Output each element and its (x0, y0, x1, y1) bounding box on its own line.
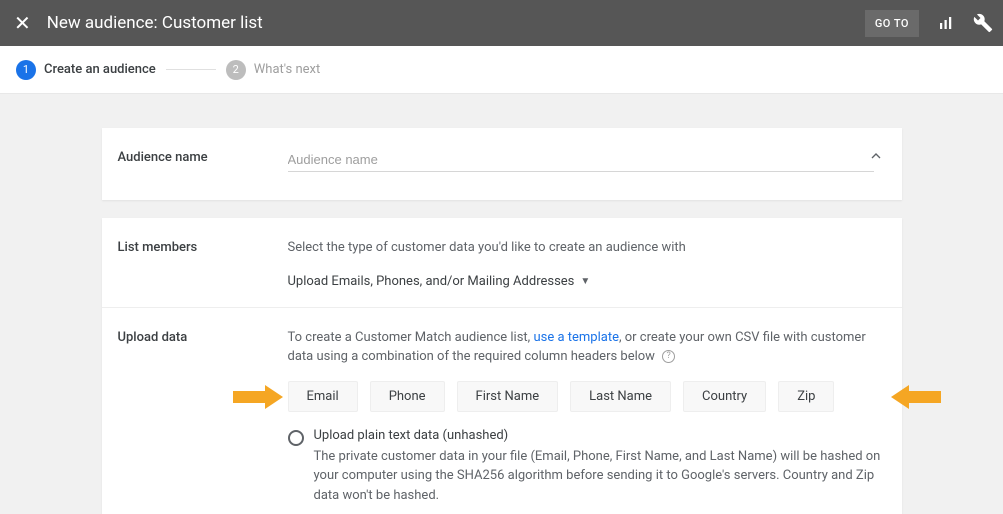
top-bar: ✕ New audience: Customer list GO TO (0, 0, 1003, 46)
tools-icon[interactable] (973, 13, 993, 33)
chip-first-name: First Name (457, 381, 559, 412)
radio-unhashed-label: Upload plain text data (unhashed) (314, 428, 886, 443)
radio-unhashed[interactable] (288, 430, 304, 446)
data-type-dropdown[interactable]: Upload Emails, Phones, and/or Mailing Ad… (288, 274, 591, 289)
audience-name-input[interactable] (288, 148, 874, 172)
page-background: Audience name List members Select the ty… (0, 94, 1003, 514)
chip-last-name: Last Name (570, 381, 671, 412)
step-2-label: What's next (254, 62, 321, 77)
help-icon[interactable]: ? (662, 350, 675, 363)
list-members-intro: Select the type of customer data you'd l… (288, 238, 886, 258)
list-members-label: List members (118, 238, 288, 289)
chevron-up-icon[interactable] (868, 148, 884, 169)
close-icon[interactable]: ✕ (14, 11, 31, 35)
step-whats-next: 2 What's next (226, 60, 321, 80)
step-2-circle: 2 (226, 60, 246, 80)
stepper: 1 Create an audience 2 What's next (0, 46, 1003, 94)
go-to-button[interactable]: GO TO (865, 10, 919, 37)
chip-zip: Zip (778, 381, 834, 412)
upload-data-label: Upload data (118, 328, 288, 514)
column-chips-row: Email Phone First Name Last Name Country… (288, 381, 886, 412)
upload-plain-text-option[interactable]: Upload plain text data (unhashed) The pr… (288, 428, 886, 514)
use-template-link[interactable]: use a template (533, 330, 619, 345)
step-create-audience[interactable]: 1 Create an audience (16, 60, 156, 80)
dropdown-caret-icon: ▼ (580, 276, 590, 287)
step-1-label: Create an audience (44, 62, 156, 77)
step-1-circle: 1 (16, 60, 36, 80)
annotation-arrow-right-icon (891, 381, 941, 417)
list-members-card: List members Select the type of customer… (102, 218, 902, 514)
page-title: New audience: Customer list (47, 13, 865, 33)
reports-icon[interactable] (937, 14, 955, 32)
audience-name-card: Audience name (102, 128, 902, 200)
chip-country: Country (683, 381, 766, 412)
upload-intro: To create a Customer Match audience list… (288, 328, 886, 367)
audience-name-label: Audience name (118, 148, 288, 172)
chip-email: Email (288, 381, 358, 412)
step-connector (166, 69, 216, 70)
radio-unhashed-desc: The private customer data in your file (… (314, 447, 886, 506)
upload-intro-pre: To create a Customer Match audience list… (288, 330, 534, 345)
chip-phone: Phone (370, 381, 445, 412)
dropdown-label: Upload Emails, Phones, and/or Mailing Ad… (288, 274, 575, 289)
annotation-arrow-left-icon (233, 381, 283, 417)
